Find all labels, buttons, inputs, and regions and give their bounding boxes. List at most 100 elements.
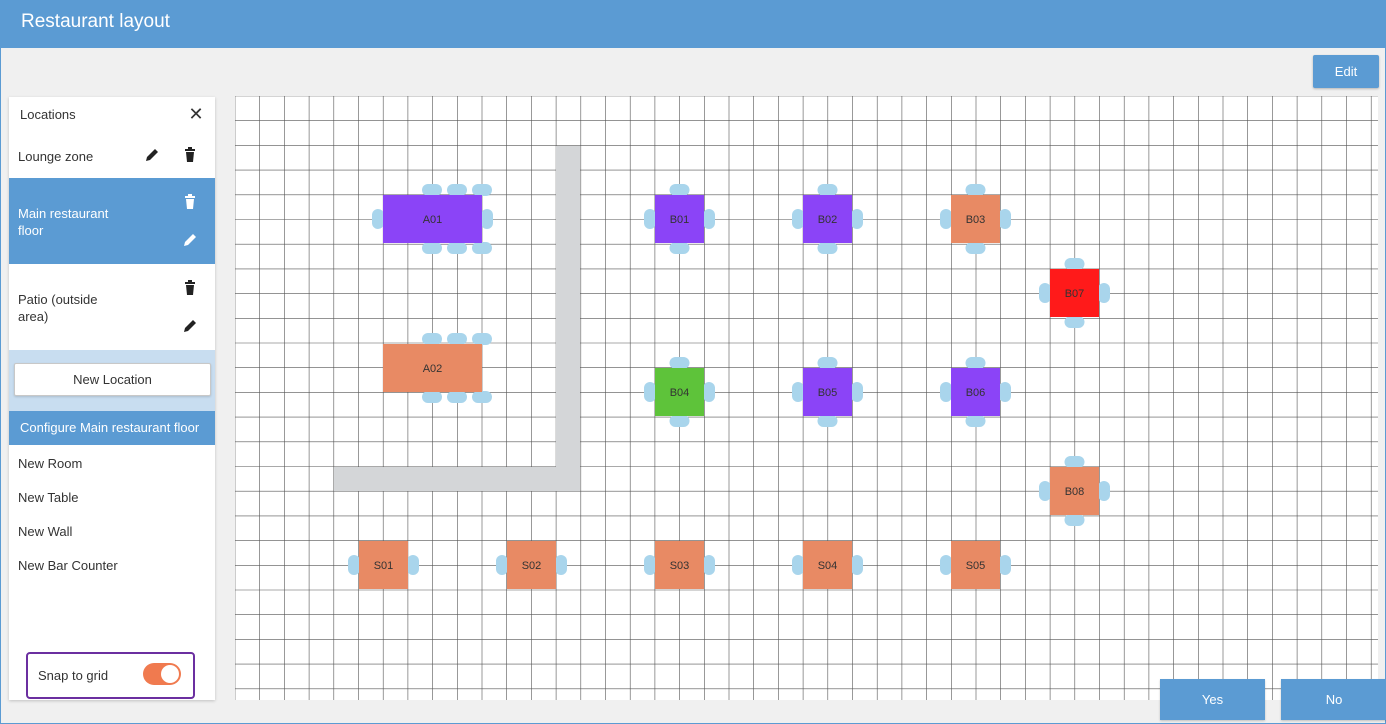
location-label: Main restaurant floor	[18, 206, 109, 238]
chair	[1064, 514, 1085, 526]
chair	[999, 555, 1011, 575]
trash-icon[interactable]	[182, 280, 198, 296]
chair	[1064, 258, 1085, 270]
chair	[851, 382, 863, 402]
new-wall-item[interactable]: New Wall	[18, 524, 72, 539]
chair	[817, 184, 838, 196]
table-label: S01	[374, 560, 394, 572]
configure-header: Configure Main restaurant floor	[9, 411, 215, 445]
snap-to-grid-label: Snap to grid	[38, 668, 109, 683]
location-item-main-restaurant-floor[interactable]: Main restaurant floor	[9, 178, 215, 264]
chair	[472, 184, 492, 196]
table-label: S03	[670, 560, 690, 572]
window-title: Restaurant layout	[21, 11, 170, 32]
pencil-icon[interactable]	[182, 318, 198, 334]
snap-to-grid-setting: Snap to grid	[26, 652, 195, 699]
chair	[407, 555, 419, 575]
pencil-icon[interactable]	[144, 147, 160, 163]
chair	[792, 209, 804, 229]
chair	[940, 555, 952, 575]
chair	[792, 555, 804, 575]
floor-plan-canvas[interactable]: A01 A02 B01 B02 B03 B07 B04 B05 B06 B08 S01 S02 S03 S…	[235, 96, 1378, 700]
chair	[817, 242, 838, 254]
snap-to-grid-toggle[interactable]	[143, 663, 181, 685]
new-room-item[interactable]: New Room	[18, 456, 82, 471]
chair	[669, 242, 690, 254]
chair	[940, 209, 952, 229]
new-bar-counter-item[interactable]: New Bar Counter	[18, 558, 118, 573]
chair	[372, 209, 384, 229]
table-label: A02	[423, 363, 443, 375]
chair	[422, 242, 442, 254]
close-icon[interactable]: ✕	[187, 105, 205, 123]
chair	[422, 333, 442, 345]
chair	[940, 382, 952, 402]
new-table-item[interactable]: New Table	[18, 490, 78, 505]
chair	[348, 555, 360, 575]
chair	[1098, 481, 1110, 501]
chair	[851, 555, 863, 575]
table-label: B08	[1065, 486, 1085, 498]
chair	[669, 415, 690, 427]
locations-header: Locations	[20, 107, 76, 122]
locations-panel: Locations ✕ Lounge zone Main restaurant …	[9, 97, 215, 700]
title-bar: Restaurant layout	[1, 1, 1386, 48]
trash-icon[interactable]	[182, 194, 198, 210]
trash-icon[interactable]	[182, 147, 198, 163]
chair	[792, 382, 804, 402]
table-label: S02	[522, 560, 542, 572]
location-item-lounge-zone[interactable]: Lounge zone	[9, 137, 215, 177]
chair	[555, 555, 567, 575]
chair	[481, 209, 493, 229]
chair	[817, 415, 838, 427]
app-window: Restaurant layout Edit Locations ✕ Loung…	[0, 0, 1386, 724]
chair	[965, 184, 986, 196]
chair	[965, 357, 986, 369]
yes-button[interactable]: Yes	[1160, 679, 1265, 720]
location-label: Patio (outside area)	[18, 292, 98, 324]
chair	[1064, 316, 1085, 328]
chair	[496, 555, 508, 575]
new-location-button[interactable]: New Location	[14, 363, 211, 396]
chair	[422, 184, 442, 196]
chair	[447, 184, 467, 196]
table-label: S04	[818, 560, 838, 572]
chair	[1039, 481, 1051, 501]
chair	[999, 209, 1011, 229]
chair	[1098, 283, 1110, 303]
chair	[472, 391, 492, 403]
table-label: B05	[818, 387, 838, 399]
table-label: A01	[423, 214, 443, 226]
chair	[447, 333, 467, 345]
table-label: B01	[670, 214, 690, 226]
chair	[851, 209, 863, 229]
chair	[965, 242, 986, 254]
table-label: B03	[966, 214, 986, 226]
edit-button[interactable]: Edit	[1313, 55, 1379, 88]
chair	[999, 382, 1011, 402]
no-button[interactable]: No	[1281, 679, 1386, 720]
chair	[644, 382, 656, 402]
wall-horizontal	[334, 467, 580, 491]
chair	[1064, 456, 1085, 468]
chair	[669, 184, 690, 196]
chair	[422, 391, 442, 403]
table-label: B02	[818, 214, 838, 226]
table-label: B06	[966, 387, 986, 399]
chair	[669, 357, 690, 369]
chair	[1039, 283, 1051, 303]
chair	[703, 382, 715, 402]
chair	[472, 333, 492, 345]
chair	[965, 415, 986, 427]
chair	[644, 209, 656, 229]
chair	[703, 209, 715, 229]
chair	[447, 242, 467, 254]
chair	[644, 555, 656, 575]
chair	[817, 357, 838, 369]
wall-vertical	[556, 146, 580, 486]
floor-plan-svg[interactable]: A01 A02 B01 B02 B03 B07 B04 B05 B06 B08 S01 S02 S03 S…	[235, 96, 1378, 700]
table-label: S05	[966, 560, 986, 572]
chair	[703, 555, 715, 575]
location-item-patio[interactable]: Patio (outside area)	[9, 264, 215, 350]
pencil-icon[interactable]	[182, 232, 198, 248]
